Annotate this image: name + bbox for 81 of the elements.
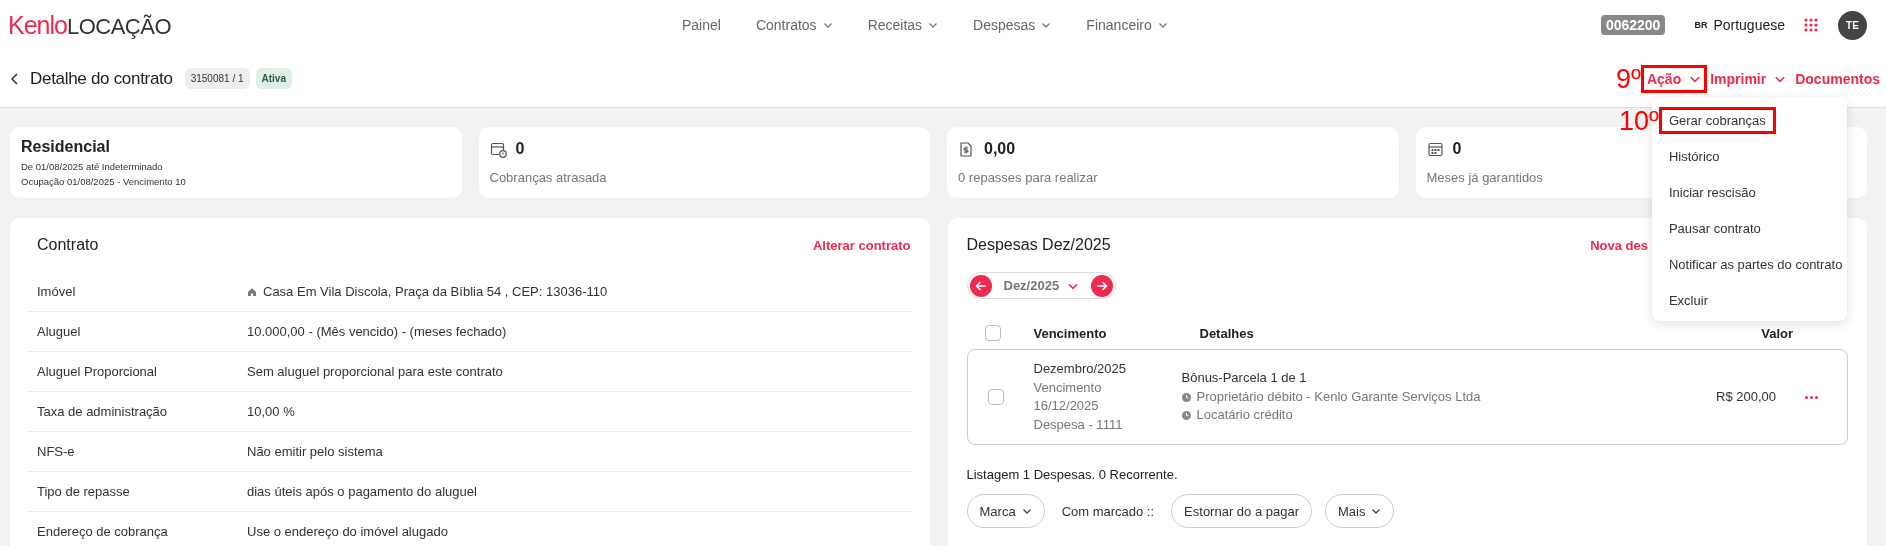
field-value: 10,00 %: [247, 404, 295, 419]
checkbox[interactable]: [987, 389, 1004, 405]
nav-menu[interactable]: Despesas: [973, 17, 1052, 33]
menu-item[interactable]: Iniciar rescisão: [1660, 181, 1764, 204]
field-label: Aluguel: [37, 324, 82, 339]
documents-link[interactable]: Documentos: [1791, 66, 1884, 91]
field-label: Tipo de repasse: [37, 484, 131, 499]
column-header: Vencimento: [1033, 326, 1108, 341]
action-dropdown[interactable]: Imprimir: [1706, 66, 1791, 91]
stat-value: 0: [515, 140, 525, 158]
field-label: Taxa de administração: [37, 404, 169, 419]
nav-menu[interactable]: Financeiro: [1086, 17, 1168, 33]
expense-reference: Despesa - 1111: [1033, 415, 1124, 434]
page-title: Detalhe do contrato: [30, 68, 173, 89]
back-icon[interactable]: [10, 71, 20, 86]
clock-icon: [1181, 392, 1191, 402]
listing-summary: Listagem 1 Despesas. 0 Recorrente.: [966, 466, 1179, 484]
field-value: dias úteis após o pagamento do aluguel: [247, 484, 477, 499]
field-value: Não emitir pelo sistema: [247, 444, 383, 459]
expense-detail: Locatário crédito: [1196, 406, 1293, 425]
clock-icon: [1181, 411, 1191, 420]
contract-number: 3150081 / 1: [184, 68, 250, 89]
card-title: Despesas Dez/2025: [966, 236, 1112, 254]
more-options-button[interactable]: [1805, 395, 1818, 399]
stat-value: 0: [1452, 140, 1462, 158]
previous-month-button[interactable]: [969, 274, 992, 297]
expense-amount: R$ 200,00: [1716, 387, 1776, 406]
caret-icon: [1371, 506, 1382, 516]
column-header: Detalhes: [1199, 326, 1255, 341]
bulk-action-label: Com marcado ::: [1061, 503, 1155, 519]
stat-value: 0,00: [984, 140, 1016, 158]
next-month-button[interactable]: [1091, 274, 1114, 297]
due-month: Dezembro/2025: [1033, 360, 1127, 378]
user-avatar[interactable]: TE: [1838, 10, 1867, 40]
apps-grid-icon[interactable]: [1804, 18, 1818, 32]
nav-menu[interactable]: Contratos: [755, 17, 833, 33]
due-label: Vencimento: [1033, 378, 1103, 397]
caret-icon: [1021, 506, 1032, 516]
card-detail: De 01/08/2025 até Indeterminado: [21, 160, 164, 174]
new-expense-link[interactable]: Nova des: [1590, 237, 1648, 253]
field-value: Use o endereço do imóvel alugado: [247, 524, 448, 539]
month-dropdown[interactable]: Dez/2025: [999, 278, 1084, 293]
field-label: Aluguel Proporcional: [37, 364, 158, 379]
card-title: Contrato: [37, 236, 99, 254]
annotation-number: 9º: [1616, 63, 1641, 94]
calendar-alert-icon: [489, 140, 507, 158]
expense-detail: Proprietário débito - Kenlo Garante Serviços Ltda: [1196, 387, 1481, 406]
expense-title: Bônus-Parcela 1 de 1: [1181, 369, 1308, 388]
menu-item[interactable]: Excluir: [1660, 289, 1716, 312]
action-dropdown[interactable]: Ação: [1642, 66, 1706, 91]
status-badge: Ativa: [255, 68, 292, 89]
stat-label: 0 repasses para realizar: [958, 170, 1099, 185]
ellipsis-icon: [1805, 395, 1818, 399]
edit-contract-link[interactable]: Alterar contrato: [812, 237, 911, 253]
arrow-right-icon: [1096, 279, 1109, 292]
brand-logo: KenloLOCAÇÃO: [8, 10, 173, 40]
stat-label: Meses já garantidos: [1426, 170, 1544, 185]
nav-menu[interactable]: Painel: [682, 17, 721, 33]
field-label: NFS-e: [37, 444, 76, 459]
menu-item[interactable]: Gerar cobranças: [1660, 109, 1774, 132]
menu-item[interactable]: Pausar contrato: [1660, 217, 1769, 240]
field-value: Sem aluguel proporcional para este contrato: [247, 364, 503, 379]
nav-menu[interactable]: Receitas: [867, 17, 939, 33]
due-date: 16/12/2025: [1033, 397, 1100, 415]
house-icon: [247, 286, 257, 297]
card-title: Residencial: [21, 138, 111, 156]
card-detail: Ocupação 01/08/2025 - Vencimento 10: [21, 175, 187, 189]
account-code: 0062200: [1600, 15, 1666, 35]
arrow-left-icon: [974, 279, 987, 292]
field-value: 10.000,00 - (Mês vencido) - (meses fechado): [247, 324, 507, 339]
language-selector[interactable]: BR Portuguese: [1694, 17, 1785, 33]
column-header: Valor: [1761, 326, 1793, 341]
checkbox[interactable]: [984, 325, 1001, 341]
menu-item[interactable]: Notificar as partes do contrato: [1660, 253, 1851, 276]
menu-item[interactable]: Histórico: [1660, 145, 1728, 168]
field-value: Casa Em Vila Discola, Praça da Bíblia 54 , CEP: 13036-110: [263, 284, 608, 299]
stat-label: Cobranças atrasada: [489, 170, 608, 185]
annotation-number: 10º: [1619, 105, 1659, 136]
calendar-icon: [1426, 140, 1444, 158]
field-label: Endereço de cobrança: [37, 524, 169, 539]
field-label: Imóvel: [37, 284, 77, 299]
